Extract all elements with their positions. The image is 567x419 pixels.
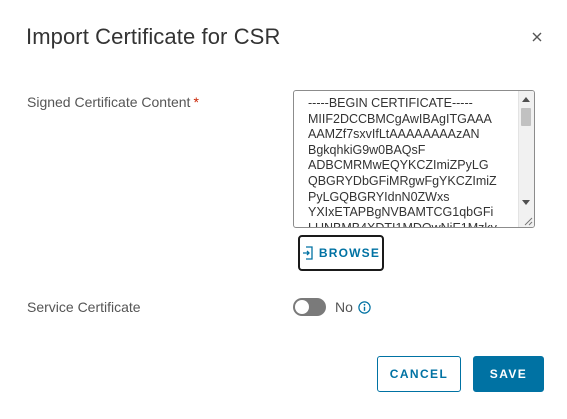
required-marker: * [193,94,199,110]
service-certificate-toggle[interactable] [293,298,326,316]
toggle-knob [295,300,309,314]
signed-certificate-label-text: Signed Certificate Content [27,94,191,110]
resize-handle-icon[interactable] [523,216,533,226]
textarea-scrollbar[interactable] [518,91,534,227]
certificate-content-textarea[interactable]: -----BEGIN CERTIFICATE----- MIIF2DCCBMCg… [293,90,535,228]
scroll-down-arrow-icon[interactable] [522,200,530,205]
browse-button-label: BROWSE [318,246,381,260]
service-certificate-value: No [335,299,353,315]
file-import-icon [302,246,313,260]
save-button[interactable]: SAVE [473,356,544,392]
scroll-up-arrow-icon[interactable] [522,97,530,102]
browse-button[interactable]: BROWSE [298,235,384,271]
service-certificate-label: Service Certificate [27,299,141,315]
dialog-title: Import Certificate for CSR [26,24,281,49]
scrollbar-thumb[interactable] [521,108,531,126]
signed-certificate-label: Signed Certificate Content * [27,94,199,110]
close-icon[interactable] [528,28,546,46]
cancel-button[interactable]: CANCEL [377,356,461,392]
certificate-content-text[interactable]: -----BEGIN CERTIFICATE----- MIIF2DCCBMCg… [294,91,520,227]
info-circle-icon[interactable] [358,301,371,314]
